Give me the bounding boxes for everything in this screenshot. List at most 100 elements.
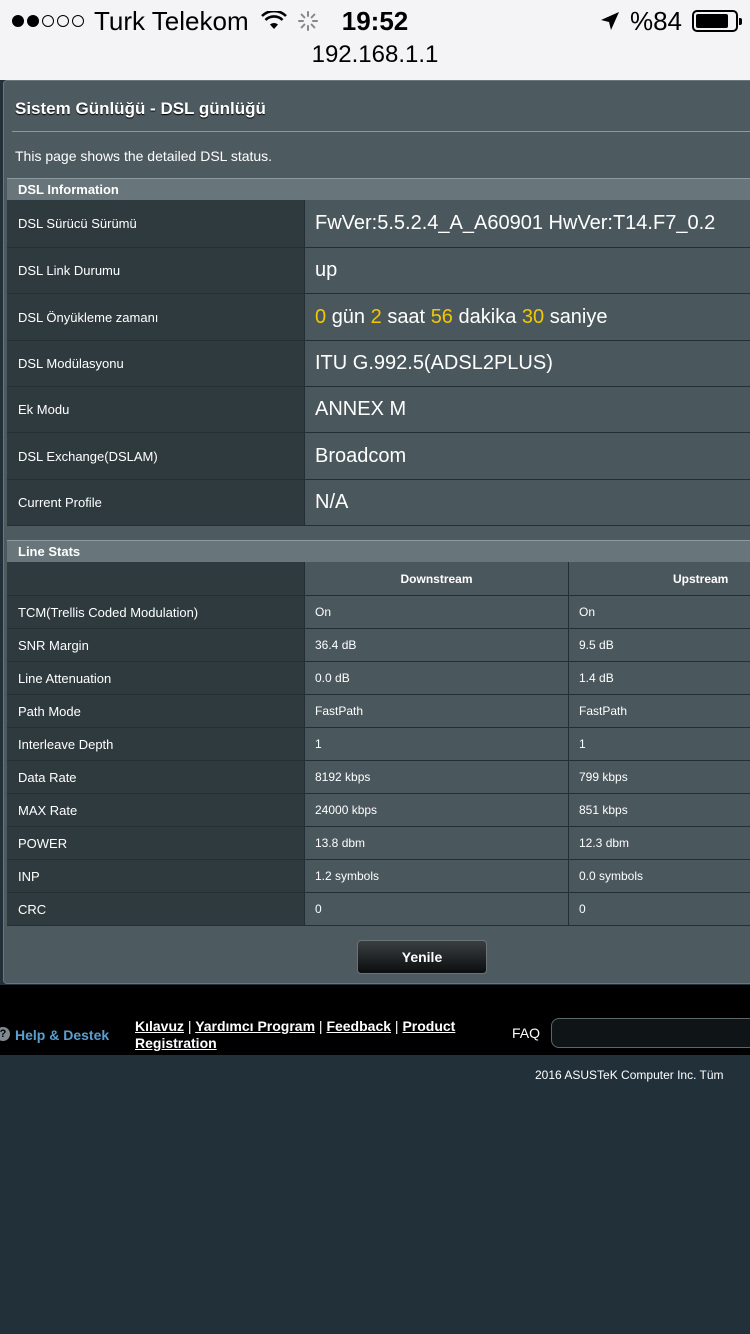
row-label: Path Mode: [7, 695, 305, 727]
uptime-days: 0: [315, 305, 327, 328]
downstream-value: FastPath: [305, 695, 569, 727]
table-row: DSL Link Durumu up: [7, 248, 750, 294]
utility-link[interactable]: Yardımcı Program: [195, 1018, 315, 1034]
row-value: ITU G.992.5(ADSL2PLUS): [305, 341, 750, 386]
help-question-icon: ?: [0, 1027, 10, 1041]
battery-level-fill: [696, 14, 728, 28]
table-row: INP 1.2 symbols 0.0 symbols: [7, 860, 750, 893]
uptime-hours-unit: saat: [387, 305, 426, 328]
downstream-value: 24000 kbps: [305, 794, 569, 826]
row-label: SNR Margin: [7, 629, 305, 661]
column-header-downstream: Downstream: [305, 562, 569, 595]
upstream-value: 1.4 dB: [569, 662, 750, 694]
row-label: DSL Sürücü Sürümü: [7, 200, 305, 247]
refresh-button[interactable]: Yenile: [357, 940, 487, 974]
upstream-value: 851 kbps: [569, 794, 750, 826]
upstream-value: FastPath: [569, 695, 750, 727]
table-row: DSL Önyükleme zamanı 0 gün 2 saat 56 dak…: [7, 294, 750, 341]
row-label: INP: [7, 860, 305, 892]
status-bar-right: %84: [600, 4, 742, 38]
downstream-value: 1: [305, 728, 569, 760]
upstream-value: 799 kbps: [569, 761, 750, 793]
uptime-value: 0 gün 2 saat 56 dakika 30 saniye: [305, 294, 750, 340]
downstream-value: 36.4 dB: [305, 629, 569, 661]
upstream-value: 0.0 symbols: [569, 860, 750, 892]
downstream-value: On: [305, 596, 569, 628]
page-description: This page shows the detailed DSL status.: [15, 148, 273, 164]
uptime-seconds: 30: [521, 305, 545, 328]
uptime-hours: 2: [370, 305, 382, 328]
downstream-value: 0.0 dB: [305, 662, 569, 694]
help-support-label: Help & Destek: [15, 1027, 110, 1043]
downstream-value: 13.8 dbm: [305, 827, 569, 859]
column-header-upstream: Upstream: [569, 562, 750, 595]
table-row: Line Attenuation 0.0 dB 1.4 dB: [7, 662, 750, 695]
link-separator: |: [394, 1018, 399, 1034]
table-row: Current Profile N/A: [7, 480, 750, 526]
column-header-empty: [7, 562, 305, 595]
table-row: DSL Sürücü Sürümü FwVer:5.5.2.4_A_A60901…: [7, 200, 750, 248]
title-divider: [12, 131, 750, 132]
row-label: POWER: [7, 827, 305, 859]
dsl-information-table: DSL Information DSL Sürücü Sürümü FwVer:…: [7, 178, 750, 526]
footer-links: Kılavuz | Yardımcı Program | Feedback | …: [135, 1018, 495, 1052]
row-label: DSL Exchange(DSLAM): [7, 433, 305, 479]
table-row: TCM(Trellis Coded Modulation) On On: [7, 596, 750, 629]
feedback-link[interactable]: Feedback: [326, 1018, 391, 1034]
table-row: DSL Modülasyonu ITU G.992.5(ADSL2PLUS): [7, 341, 750, 387]
line-stats-header: Line Stats: [7, 540, 750, 562]
footer: ? Help & Destek Kılavuz | Yardımcı Progr…: [0, 985, 750, 1055]
page-title: Sistem Günlüğü - DSL günlüğü: [15, 99, 266, 118]
downstream-value: 8192 kbps: [305, 761, 569, 793]
row-value: N/A: [305, 480, 750, 525]
table-row: DSL Exchange(DSLAM) Broadcom: [7, 433, 750, 480]
line-stats-table: Line Stats Downstream Upstream TCM(Trell…: [7, 540, 750, 926]
table-row: CRC 0 0: [7, 893, 750, 926]
row-label: DSL Link Durumu: [7, 248, 305, 293]
link-separator: |: [318, 1018, 323, 1034]
table-row: Data Rate 8192 kbps 799 kbps: [7, 761, 750, 794]
upstream-value: On: [569, 596, 750, 628]
link-separator: |: [187, 1018, 192, 1034]
battery-icon: [692, 10, 742, 32]
faq-search-input[interactable]: [551, 1018, 750, 1048]
row-label: DSL Modülasyonu: [7, 341, 305, 386]
table-row: Interleave Depth 1 1: [7, 728, 750, 761]
upstream-value: 0: [569, 893, 750, 925]
table-row: Path Mode FastPath FastPath: [7, 695, 750, 728]
address-bar-url[interactable]: 192.168.1.1: [0, 40, 750, 70]
row-label: Line Attenuation: [7, 662, 305, 694]
row-value: ANNEX M: [305, 387, 750, 432]
faq-label: FAQ: [512, 1025, 541, 1041]
row-label: TCM(Trellis Coded Modulation): [7, 596, 305, 628]
downstream-value: 1.2 symbols: [305, 860, 569, 892]
table-row: MAX Rate 24000 kbps 851 kbps: [7, 794, 750, 827]
row-value: up: [305, 248, 750, 293]
table-row: SNR Margin 36.4 dB 9.5 dB: [7, 629, 750, 662]
dsl-information-header: DSL Information: [7, 178, 750, 200]
browser-chrome: Turk Telekom 19:52 %84 192.168.1.1: [0, 0, 750, 80]
uptime-minutes: 56: [430, 305, 453, 328]
uptime-seconds-unit: saniye: [549, 305, 608, 328]
upstream-value: 12.3 dbm: [569, 827, 750, 859]
row-label: Interleave Depth: [7, 728, 305, 760]
uptime-minutes-unit: dakika: [458, 305, 517, 328]
manual-link[interactable]: Kılavuz: [135, 1018, 184, 1034]
downstream-value: 0: [305, 893, 569, 925]
row-label: Ek Modu: [7, 387, 305, 432]
copyright-text: 2016 ASUSTeK Computer Inc. Tüm: [535, 1068, 724, 1082]
line-stats-column-header: Downstream Upstream: [7, 562, 750, 596]
row-label: MAX Rate: [7, 794, 305, 826]
row-value: FwVer:5.5.2.4_A_A60901 HwVer:T14.F7_0.2: [305, 200, 750, 247]
row-label: CRC: [7, 893, 305, 925]
table-row: Ek Modu ANNEX M: [7, 387, 750, 433]
upstream-value: 1: [569, 728, 750, 760]
row-value: Broadcom: [305, 433, 750, 479]
uptime-days-unit: gün: [331, 305, 366, 328]
battery-percent: %84: [629, 6, 682, 36]
row-label: Data Rate: [7, 761, 305, 793]
row-label: Current Profile: [7, 480, 305, 525]
upstream-value: 9.5 dB: [569, 629, 750, 661]
location-arrow-icon: [600, 12, 619, 30]
row-label: DSL Önyükleme zamanı: [7, 294, 305, 340]
